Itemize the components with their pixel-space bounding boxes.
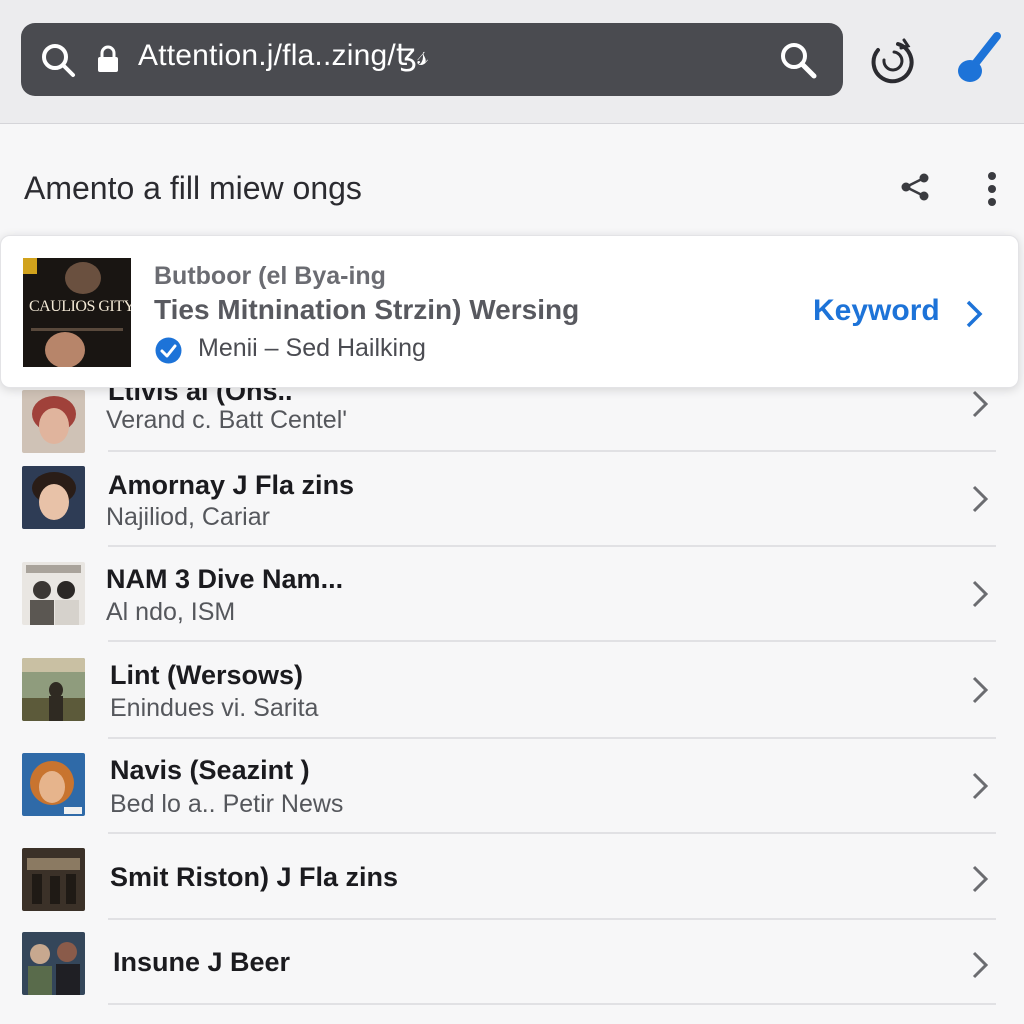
- divider: [108, 545, 996, 547]
- thumbnail-image: [22, 562, 85, 625]
- thumbnail-image: [22, 466, 85, 529]
- featured-card[interactable]: CAULIOS GITY Butboor (el Bya-ing Ties Mi…: [0, 235, 1019, 388]
- keyword-link[interactable]: Keyword: [813, 294, 940, 328]
- featured-label: Butboor (el Bya-ing: [154, 262, 386, 290]
- item-subtitle: Najiliod, Cariar: [106, 503, 270, 531]
- chevron-right-icon: [972, 951, 989, 979]
- item-title: Lint (Wersows): [110, 660, 304, 690]
- album-cover-text: CAULIOS GITY: [29, 298, 131, 315]
- verified-check-icon: [155, 337, 182, 364]
- item-title: Insune J Beer: [113, 947, 291, 977]
- thumbnail-image: [22, 390, 85, 453]
- thumbnail-image: [22, 753, 85, 816]
- chevron-right-icon[interactable]: [961, 296, 987, 332]
- item-title: Amornay J Fla zins: [108, 470, 355, 500]
- item-subtitle: Bed lo a.. Petir News: [110, 790, 344, 818]
- item-subtitle: Verand c. Batt Centel': [106, 406, 348, 434]
- chevron-right-icon: [972, 485, 989, 513]
- thumbnail-image: [22, 848, 85, 911]
- divider: [108, 1003, 996, 1005]
- chevron-right-icon: [972, 865, 989, 893]
- chevron-right-icon: [972, 676, 989, 704]
- item-title: NAM 3 Dive Nam...: [106, 564, 344, 594]
- divider: [108, 737, 996, 739]
- chevron-right-icon: [972, 390, 989, 418]
- thumbnail-image: [22, 932, 85, 995]
- divider: [108, 832, 996, 834]
- item-subtitle: Al ndo, ISM: [106, 598, 236, 626]
- result-list: Ltivis al (Ons.. Verand c. Batt Centel' …: [0, 0, 1024, 1024]
- featured-subtitle: Menii – Sed Hailking: [198, 334, 426, 362]
- thumbnail-image: [22, 658, 85, 721]
- divider: [108, 450, 996, 452]
- album-cover-image: CAULIOS GITY: [23, 258, 131, 367]
- chevron-right-icon: [972, 772, 989, 800]
- featured-title: Ties Mitnination Strzin) Wersing: [154, 294, 580, 325]
- chevron-right-icon: [972, 580, 989, 608]
- item-title: Smit Riston) J Fla zins: [110, 862, 399, 892]
- item-title: Navis (Seazint ): [110, 755, 310, 785]
- item-subtitle: Enindues vi. Sarita: [110, 694, 319, 722]
- divider: [108, 640, 996, 642]
- divider: [108, 918, 996, 920]
